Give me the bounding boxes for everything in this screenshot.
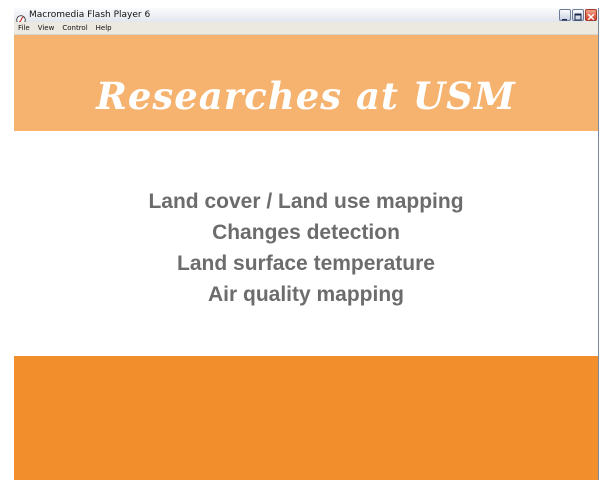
topic-item: Land surface temperature [177, 252, 435, 275]
minimize-button[interactable] [559, 9, 571, 21]
close-button[interactable] [585, 9, 597, 21]
topic-item: Air quality mapping [207, 283, 404, 306]
menu-bar: File View Control Help [14, 22, 598, 35]
research-topics-list: Land cover / Land use mapping Changes de… [14, 186, 598, 310]
menu-help[interactable]: Help [96, 24, 112, 32]
menu-view[interactable]: View [38, 24, 55, 32]
window-title: Macromedia Flash Player 6 [29, 10, 151, 20]
menu-file[interactable]: File [18, 24, 30, 32]
menu-control[interactable]: Control [62, 24, 87, 32]
flash-player-icon [16, 10, 26, 25]
topic-item: Changes detection [212, 221, 400, 244]
flash-player-window: Macromedia Flash Player 6 File View Cont… [14, 8, 599, 480]
bottom-banner [14, 356, 598, 480]
topic-item: Land cover / Land use mapping [148, 190, 464, 213]
window-controls [559, 9, 597, 21]
slide-heading: Researches at USM [96, 74, 516, 118]
title-bar[interactable]: Macromedia Flash Player 6 [14, 8, 598, 25]
maximize-button[interactable] [572, 9, 584, 21]
